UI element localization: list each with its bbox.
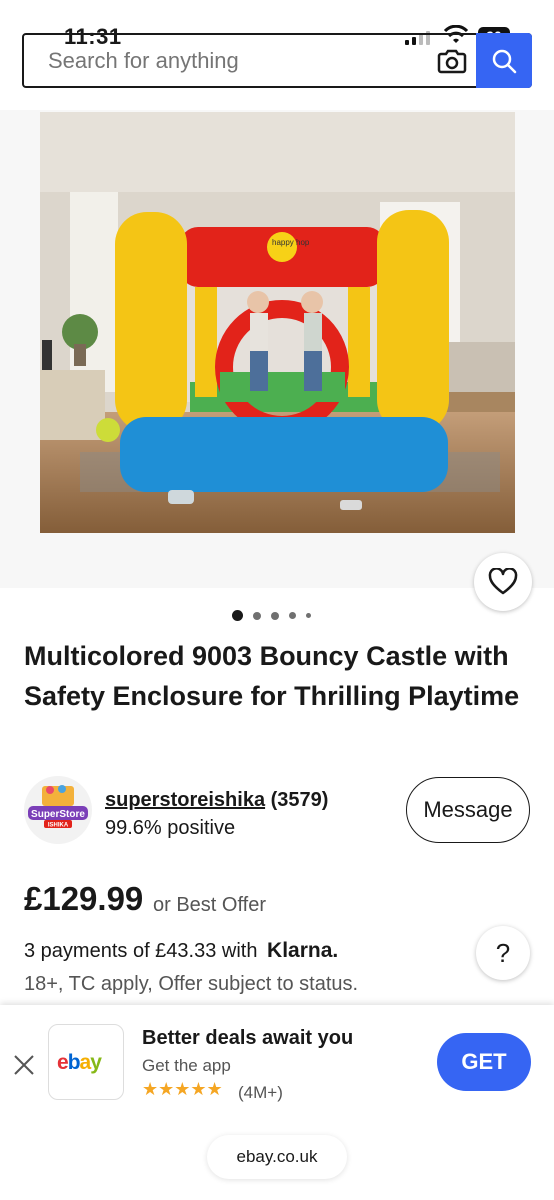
help-button[interactable]: ? — [476, 926, 530, 980]
klarna-logo: Klarna. — [267, 939, 339, 962]
pagination-dot — [306, 613, 311, 618]
seller-name-link[interactable]: superstoreishika — [105, 789, 265, 811]
product-title: Multicolored 9003 Bouncy Castle with Saf… — [24, 641, 520, 711]
seller-feedback-count: (3579) — [270, 789, 329, 811]
ebay-logo: ebay — [57, 1051, 103, 1074]
banner-subtitle: Get the app — [142, 1056, 231, 1075]
klarna-payments[interactable]: 3 payments of £43.33 with Klarna. — [24, 939, 338, 963]
search-icon — [492, 49, 517, 73]
svg-text:SuperStore: SuperStore — [31, 809, 85, 820]
watchlist-button[interactable] — [474, 553, 532, 611]
search-bar — [22, 33, 532, 88]
price: £129.99 — [24, 880, 144, 917]
klarna-terms: 18+, TC apply, Offer subject to status. — [24, 973, 359, 995]
seller-name-line: superstoreishika (3579) — [105, 789, 328, 812]
heart-icon — [488, 568, 518, 595]
image-gallery[interactable]: happy hop — [0, 110, 554, 588]
close-icon[interactable] — [12, 1053, 36, 1077]
seller-positive-rating: 99.6% positive — [105, 817, 236, 839]
search-input[interactable] — [24, 34, 428, 87]
gallery-pagination — [232, 610, 311, 621]
brand-text: happy hop — [272, 238, 310, 247]
search-button[interactable] — [476, 33, 532, 88]
rating-count: (4M+) — [238, 1083, 283, 1102]
svg-text:ISHIKA: ISHIKA — [48, 823, 69, 829]
pagination-dot — [271, 611, 279, 620]
payments-text: 3 payments of £43.33 with — [24, 940, 258, 962]
browser-url-bar[interactable]: ebay.co.uk — [207, 1135, 347, 1179]
get-app-button[interactable]: GET — [437, 1033, 531, 1091]
message-button[interactable]: Message — [406, 777, 530, 843]
app-download-banner: ebay Better deals await you Get the app … — [0, 1005, 554, 1200]
star-rating-icon: ★★★★★ — [142, 1079, 223, 1099]
ebay-app-icon: ebay — [48, 1024, 124, 1100]
camera-button[interactable] — [428, 35, 476, 86]
camera-icon — [437, 49, 467, 73]
best-offer-label: or Best Offer — [153, 894, 267, 916]
pagination-dot — [289, 612, 296, 619]
seller-avatar[interactable]: SuperStore ISHIKA — [24, 776, 92, 844]
pagination-dot — [232, 610, 243, 621]
product-image[interactable]: happy hop — [40, 112, 515, 533]
banner-title: Better deals await you — [142, 1027, 354, 1049]
status-bar: 11:31 90 — [0, 0, 554, 49]
svg-text:ebay: ebay — [57, 1051, 102, 1074]
pagination-dot — [253, 611, 261, 620]
